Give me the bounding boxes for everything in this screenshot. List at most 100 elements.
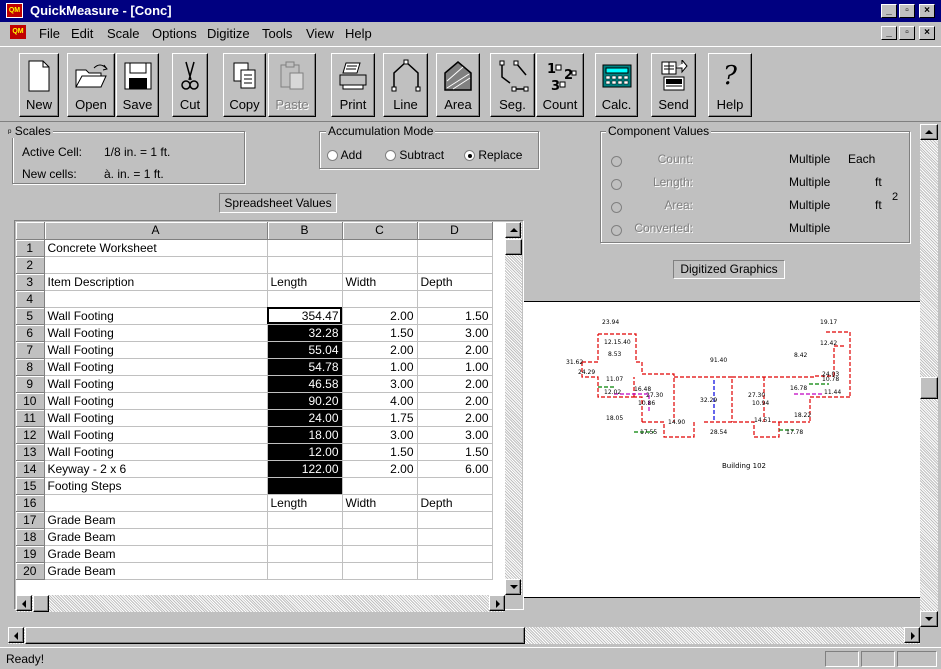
cell-d[interactable]: 2.00 [417, 409, 493, 427]
menu-digitize[interactable]: Digitize [207, 26, 250, 41]
building-plan-drawing[interactable]: 23.94 12.15.40 8.53 31.62 24.29 11.07 12.02 16.… [524, 302, 920, 599]
cell-b[interactable]: 32.28 [267, 324, 343, 342]
main-h-scroll-thumb[interactable] [25, 627, 525, 644]
cell-b[interactable]: 354.47 [267, 307, 343, 325]
main-scroll-up-button[interactable] [920, 124, 938, 140]
cell-c[interactable]: 2.00 [342, 341, 418, 359]
radio-replace-circle[interactable] [464, 150, 475, 162]
close-button[interactable]: × [919, 4, 935, 18]
plan-segment[interactable] [732, 375, 834, 378]
cell-a[interactable]: Wall Footing [44, 409, 268, 427]
column-header-b[interactable]: B [267, 222, 343, 240]
cell-a[interactable]: Wall Footing [44, 426, 268, 444]
cell-c[interactable]: 1.50 [342, 324, 418, 342]
row-header[interactable]: 18 [16, 528, 45, 546]
main-scroll-right-button[interactable] [904, 627, 920, 643]
cell-b[interactable] [267, 545, 343, 563]
cell-b[interactable]: 24.00 [267, 409, 343, 427]
row-header[interactable]: 8 [16, 358, 45, 376]
paste-button[interactable]: Paste [268, 53, 316, 117]
row-header[interactable]: 4 [16, 290, 45, 308]
radio-subtract-circle[interactable] [385, 150, 396, 162]
spreadsheet-vertical-scrollbar[interactable] [505, 222, 522, 595]
row-header[interactable]: 19 [16, 545, 45, 563]
minimize-button[interactable]: _ [881, 4, 897, 18]
menu-file[interactable]: File [39, 26, 60, 41]
cell-b[interactable] [267, 511, 343, 529]
cell-a[interactable]: Wall Footing [44, 341, 268, 359]
cell-d[interactable] [417, 239, 493, 257]
row-header[interactable]: 9 [16, 375, 45, 393]
main-scroll-down-button[interactable] [920, 611, 938, 627]
row-header[interactable]: 2 [16, 256, 45, 274]
cell-c[interactable]: 3.00 [342, 426, 418, 444]
cell-c[interactable] [342, 256, 418, 274]
menu-scale[interactable]: Scale [107, 26, 140, 41]
row-header[interactable]: 1 [16, 239, 45, 257]
cell-d[interactable]: 1.50 [417, 307, 493, 325]
cell-d[interactable]: 1.00 [417, 358, 493, 376]
cell-d[interactable] [417, 562, 493, 580]
row-header[interactable]: 7 [16, 341, 45, 359]
cell-a[interactable] [44, 290, 268, 308]
column-header-a[interactable]: A [44, 222, 268, 240]
cell-c[interactable]: Width [342, 273, 418, 291]
menu-help[interactable]: Help [345, 26, 372, 41]
cell-c[interactable] [342, 528, 418, 546]
cell-a[interactable]: Grade Beam [44, 545, 268, 563]
cell-c[interactable] [342, 511, 418, 529]
digitized-graphics-button[interactable]: Digitized Graphics [673, 260, 785, 279]
main-scroll-left-button[interactable] [8, 627, 24, 643]
select-all-corner[interactable] [16, 222, 45, 240]
menu-view[interactable]: View [306, 26, 334, 41]
cell-d[interactable]: 6.00 [417, 460, 493, 478]
cell-c[interactable] [342, 545, 418, 563]
cell-b[interactable]: Length [267, 273, 343, 291]
child-close-button[interactable]: × [919, 26, 935, 40]
new-cells-scale[interactable]: à. in. = 1 ft. [104, 167, 164, 181]
cell-a[interactable]: Wall Footing [44, 307, 268, 325]
cell-d[interactable]: 1.50 [417, 443, 493, 461]
row-header[interactable]: 6 [16, 324, 45, 342]
send-button[interactable]: Send [651, 53, 696, 117]
cell-b[interactable] [267, 477, 343, 495]
row-header[interactable]: 14 [16, 460, 45, 478]
cell-d[interactable] [417, 528, 493, 546]
cell-d[interactable]: 3.00 [417, 324, 493, 342]
cell-a[interactable]: Wall Footing [44, 392, 268, 410]
print-button[interactable]: Print [331, 53, 375, 117]
scroll-thumb[interactable] [505, 239, 522, 255]
spreadsheet-values-button[interactable]: Spreadsheet Values [219, 193, 337, 213]
scroll-right-button[interactable] [489, 595, 505, 611]
main-scroll-thumb[interactable] [920, 377, 938, 399]
cell-a[interactable]: Wall Footing [44, 324, 268, 342]
cell-b[interactable]: 54.78 [267, 358, 343, 376]
cell-d[interactable] [417, 545, 493, 563]
scroll-left-button[interactable] [16, 595, 32, 611]
row-header[interactable]: 13 [16, 443, 45, 461]
spreadsheet-horizontal-scrollbar[interactable] [16, 595, 505, 612]
cell-c[interactable]: 3.00 [342, 375, 418, 393]
main-vertical-scrollbar[interactable] [920, 124, 938, 627]
spreadsheet[interactable]: A B C D 1 Concrete Worksheet 2 3 Item De… [16, 222, 505, 595]
cell-b[interactable] [267, 290, 343, 308]
plan-segment[interactable] [809, 396, 850, 422]
cell-b[interactable] [267, 239, 343, 257]
radio-add-circle[interactable] [327, 150, 338, 162]
h-scroll-thumb[interactable] [33, 595, 49, 612]
cell-d[interactable]: 2.00 [417, 392, 493, 410]
cell-a[interactable] [44, 494, 268, 512]
title-bar[interactable]: QM QuickMeasure - [Conc] _ ▫ × [0, 0, 941, 22]
help-button[interactable]: ? Help [708, 53, 752, 117]
column-header-c[interactable]: C [342, 222, 418, 240]
plan-segment[interactable] [582, 334, 599, 363]
component-radio[interactable] [611, 179, 622, 191]
cell-a[interactable]: Wall Footing [44, 375, 268, 393]
cell-b[interactable]: 90.20 [267, 392, 343, 410]
cell-d[interactable]: 2.00 [417, 341, 493, 359]
cell-a[interactable]: Keyway - 2 x 6 [44, 460, 268, 478]
plan-segment[interactable] [732, 421, 780, 438]
cell-d[interactable] [417, 477, 493, 495]
scroll-up-button[interactable] [505, 222, 521, 238]
document-icon[interactable]: QM [10, 25, 26, 39]
